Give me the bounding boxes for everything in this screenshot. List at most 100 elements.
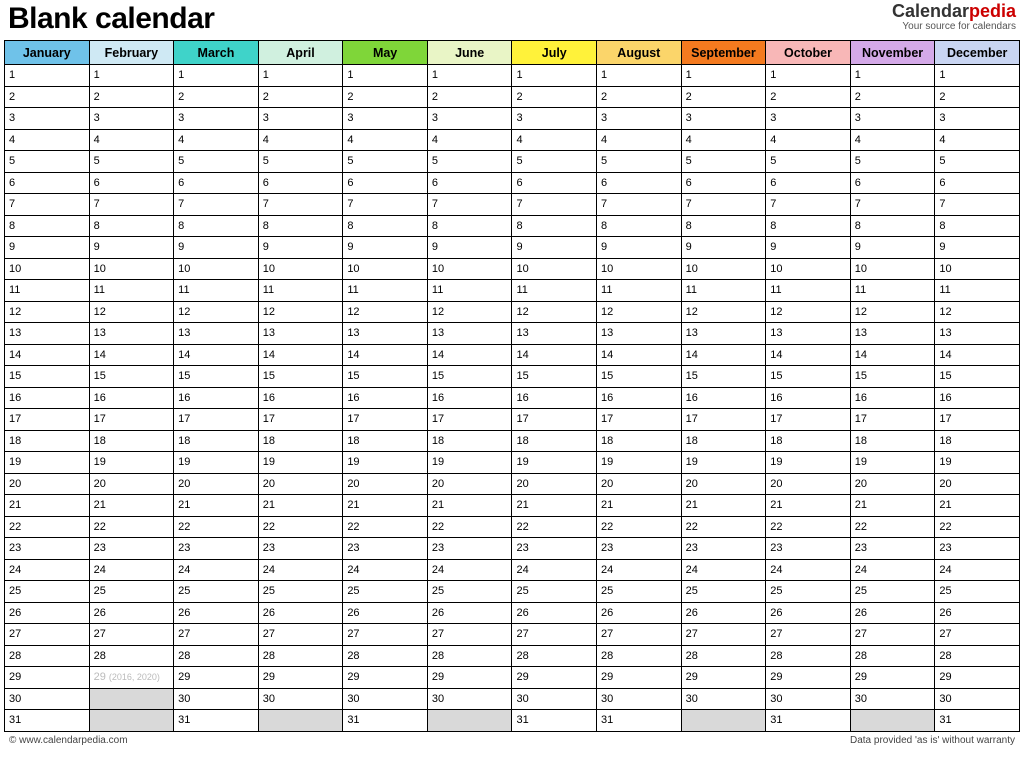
day-cell: 3 [174, 108, 259, 130]
day-cell: 22 [427, 516, 512, 538]
day-row: 141414141414141414141414 [5, 344, 1020, 366]
day-cell: 4 [681, 129, 766, 151]
day-cell: 27 [5, 624, 90, 646]
day-cell: 17 [258, 409, 343, 431]
day-cell: 31 [343, 710, 428, 732]
month-header-august: August [597, 41, 682, 65]
day-cell: 2 [597, 86, 682, 108]
day-cell: 25 [850, 581, 935, 603]
day-cell: 28 [935, 645, 1020, 667]
day-cell: 16 [935, 387, 1020, 409]
day-cell: 17 [766, 409, 851, 431]
day-cell: 25 [174, 581, 259, 603]
day-cell: 25 [343, 581, 428, 603]
day-cell: 6 [935, 172, 1020, 194]
day-cell: 5 [5, 151, 90, 173]
day-cell: 30 [681, 688, 766, 710]
day-cell: 12 [597, 301, 682, 323]
brand-suffix: pedia [969, 1, 1016, 21]
day-cell: 12 [766, 301, 851, 323]
day-row: 242424242424242424242424 [5, 559, 1020, 581]
page-title: Blank calendar [8, 2, 214, 36]
month-header-june: June [427, 41, 512, 65]
day-cell: 26 [343, 602, 428, 624]
day-row: 171717171717171717171717 [5, 409, 1020, 431]
day-cell: 26 [5, 602, 90, 624]
day-cell: 28 [5, 645, 90, 667]
day-cell: 21 [597, 495, 682, 517]
day-cell: 23 [766, 538, 851, 560]
day-cell: 30 [766, 688, 851, 710]
day-cell: 11 [174, 280, 259, 302]
day-cell: 29 [681, 667, 766, 689]
day-cell: 19 [427, 452, 512, 474]
day-cell: 18 [174, 430, 259, 452]
day-cell: 8 [935, 215, 1020, 237]
day-cell: 19 [850, 452, 935, 474]
day-cell: 7 [427, 194, 512, 216]
day-row: 111111111111111111111111 [5, 280, 1020, 302]
month-header-july: July [512, 41, 597, 65]
day-cell: 10 [512, 258, 597, 280]
day-cell: 8 [89, 215, 174, 237]
day-cell: 15 [681, 366, 766, 388]
day-row: 121212121212121212121212 [5, 301, 1020, 323]
day-cell: 10 [5, 258, 90, 280]
day-cell: 23 [597, 538, 682, 560]
day-cell: 16 [5, 387, 90, 409]
day-cell: 18 [89, 430, 174, 452]
day-cell: 9 [935, 237, 1020, 259]
day-cell: 14 [512, 344, 597, 366]
day-cell: 10 [258, 258, 343, 280]
day-cell: 23 [174, 538, 259, 560]
day-cell: 25 [5, 581, 90, 603]
month-header-december: December [935, 41, 1020, 65]
day-cell: 26 [597, 602, 682, 624]
footer-right: Data provided 'as is' without warranty [850, 735, 1015, 746]
day-cell: 17 [427, 409, 512, 431]
day-cell: 27 [512, 624, 597, 646]
day-cell: 13 [174, 323, 259, 345]
day-cell: 15 [935, 366, 1020, 388]
day-cell: 2 [427, 86, 512, 108]
day-cell: 26 [935, 602, 1020, 624]
day-cell: 15 [89, 366, 174, 388]
day-cell: 30 [850, 688, 935, 710]
day-row: 666666666666 [5, 172, 1020, 194]
day-cell: 6 [766, 172, 851, 194]
day-cell: 10 [89, 258, 174, 280]
day-cell: 11 [89, 280, 174, 302]
day-cell: 30 [427, 688, 512, 710]
day-cell: 13 [5, 323, 90, 345]
day-cell: 6 [258, 172, 343, 194]
day-row: 2929(2016, 2020)29292929292929292929 [5, 667, 1020, 689]
day-cell: 19 [5, 452, 90, 474]
brand-logo: Calendarpedia [892, 2, 1016, 20]
day-cell: 18 [850, 430, 935, 452]
day-cell: 14 [850, 344, 935, 366]
day-cell: 27 [427, 624, 512, 646]
day-cell: 16 [89, 387, 174, 409]
day-cell: 24 [343, 559, 428, 581]
day-cell: 27 [681, 624, 766, 646]
day-cell: 29(2016, 2020) [89, 667, 174, 689]
day-cell: 4 [343, 129, 428, 151]
day-cell: 27 [766, 624, 851, 646]
day-row: 3030303030303030303030 [5, 688, 1020, 710]
day-cell: 24 [597, 559, 682, 581]
day-cell: 14 [427, 344, 512, 366]
day-cell: 21 [427, 495, 512, 517]
day-cell: 5 [89, 151, 174, 173]
day-cell: 8 [174, 215, 259, 237]
day-cell: 28 [343, 645, 428, 667]
day-cell: 12 [174, 301, 259, 323]
day-cell: 13 [935, 323, 1020, 345]
month-header-march: March [174, 41, 259, 65]
day-cell: 16 [512, 387, 597, 409]
day-row: 181818181818181818181818 [5, 430, 1020, 452]
day-cell [258, 710, 343, 732]
day-cell: 5 [174, 151, 259, 173]
day-cell: 1 [935, 65, 1020, 87]
day-cell: 15 [343, 366, 428, 388]
day-cell: 14 [258, 344, 343, 366]
